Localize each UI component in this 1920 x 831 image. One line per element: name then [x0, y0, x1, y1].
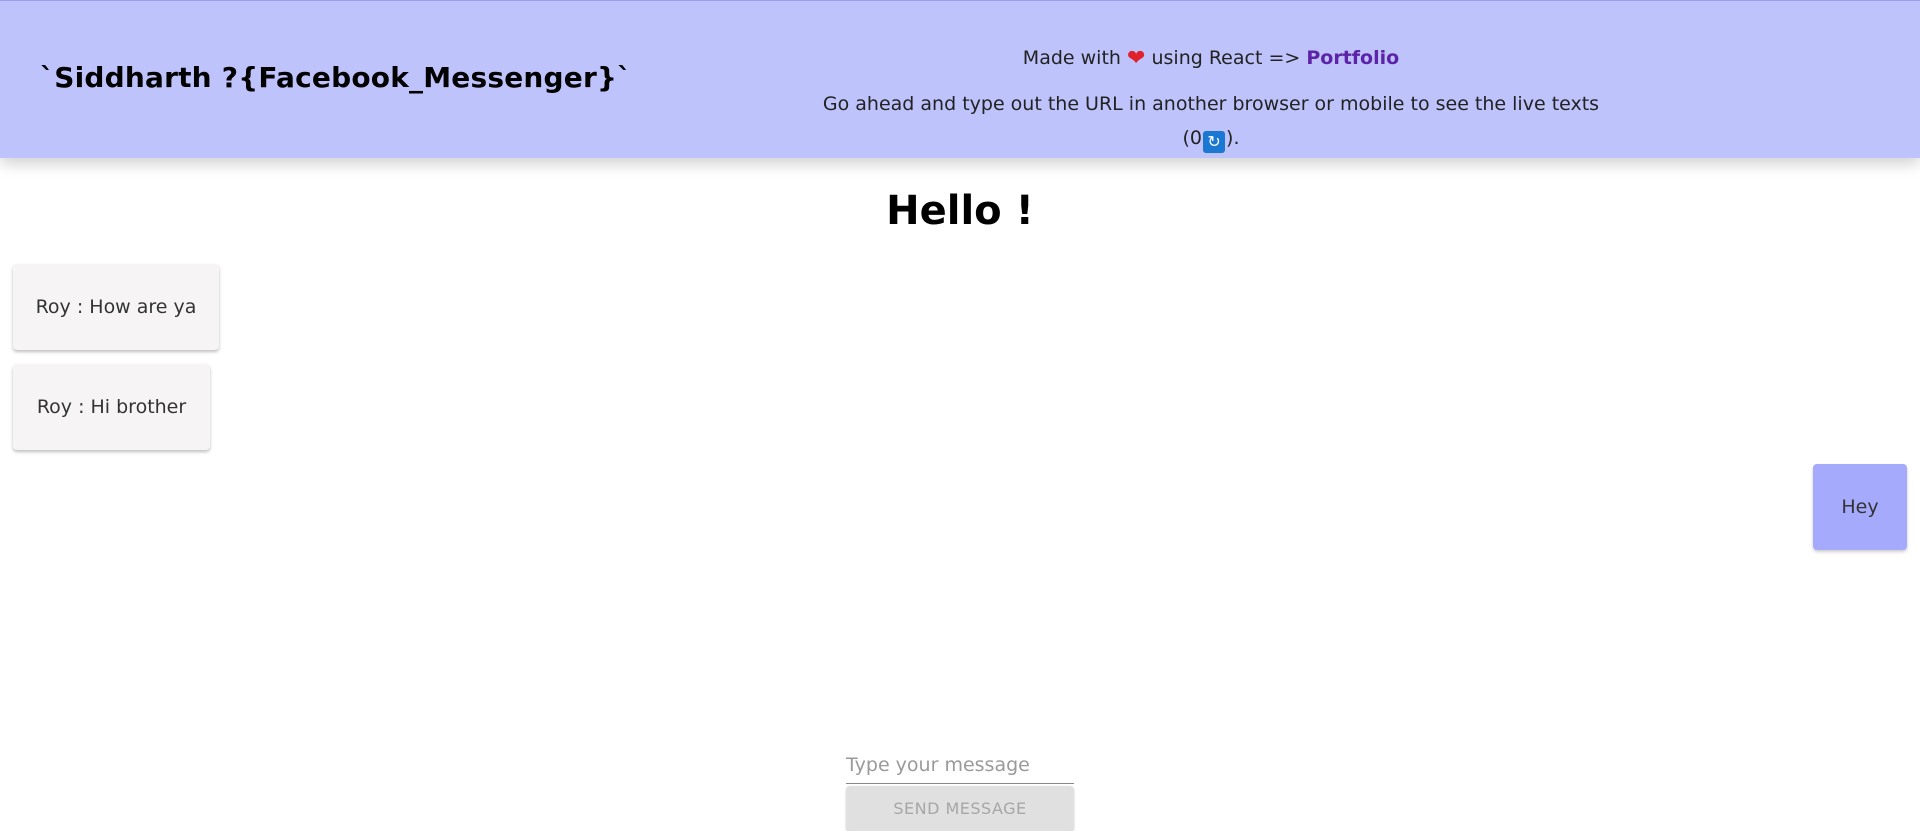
send-message-button[interactable]: SEND MESSAGE: [846, 786, 1074, 831]
made-with-suffix: using React =>: [1151, 47, 1301, 69]
header-info: Made with ❤ using React => Portfolio Go …: [822, 41, 1600, 153]
message-bubble-received: Roy : How are ya: [13, 264, 219, 350]
portfolio-link[interactable]: Portfolio: [1306, 47, 1399, 69]
live-text-note: Go ahead and type out the URL in another…: [822, 87, 1600, 153]
made-with-line: Made with ❤ using React => Portfolio: [822, 41, 1600, 75]
message-composer: SEND MESSAGE: [846, 746, 1074, 831]
message-bubble-received: Roy : Hi brother: [13, 364, 210, 450]
made-with-prefix: Made with: [1022, 47, 1121, 69]
message-text: Hey: [1841, 496, 1879, 518]
greeting-heading: Hello !: [886, 188, 1034, 234]
refresh-icon: ↻: [1203, 131, 1226, 153]
message-bubble-sent: Hey: [1813, 464, 1907, 550]
message-text: Roy : Hi brother: [36, 396, 187, 418]
message-input[interactable]: [846, 746, 1074, 784]
heart-icon: ❤: [1126, 46, 1146, 71]
app-header: `Siddharth ?{Facebook_Messenger}` Made w…: [0, 0, 1920, 158]
message-text: Roy : How are ya: [35, 296, 197, 318]
app-title: `Siddharth ?{Facebook_Messenger}`: [40, 61, 632, 94]
live-text-suffix: ).: [1226, 127, 1240, 149]
